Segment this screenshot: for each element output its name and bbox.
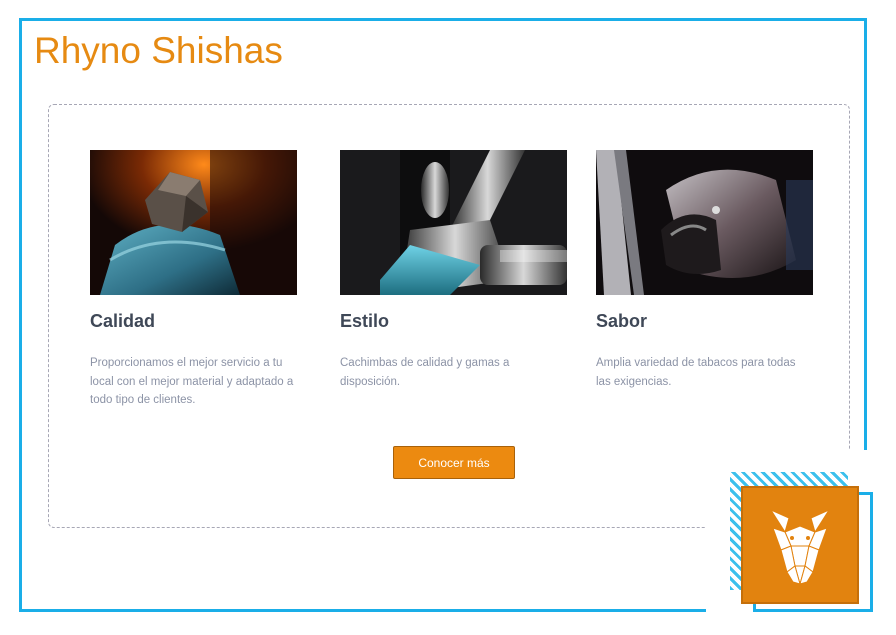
card-text: Cachimbas de calidad y gamas a disposici… [340, 357, 510, 388]
card-title: Estilo [340, 311, 390, 331]
hookah-bowl-coal-photo [90, 150, 297, 295]
feature-card-calidad: Calidad Proporcionamos el mejor servicio… [90, 150, 320, 410]
card-text: Amplia variedad de tabacos para todas la… [596, 357, 796, 388]
card-title: Sabor [596, 311, 648, 331]
feature-card-sabor: Sabor Amplia variedad de tabacos para to… [596, 150, 826, 391]
page-title: Rhyno Shishas [34, 30, 283, 71]
logo[interactable] [741, 486, 859, 604]
hookah-valve-chrome-photo [340, 150, 567, 295]
card-text: Proporcionamos el mejor servicio a tu lo… [90, 357, 294, 406]
feature-card-estilo: Estilo Cachimbas de calidad y gamas a di… [340, 150, 570, 391]
rhino-head-icon [769, 508, 831, 586]
card-title: Calidad [90, 311, 156, 331]
hookah-hose-detail-photo [596, 150, 813, 295]
learn-more-button[interactable]: Conocer más [393, 446, 515, 479]
